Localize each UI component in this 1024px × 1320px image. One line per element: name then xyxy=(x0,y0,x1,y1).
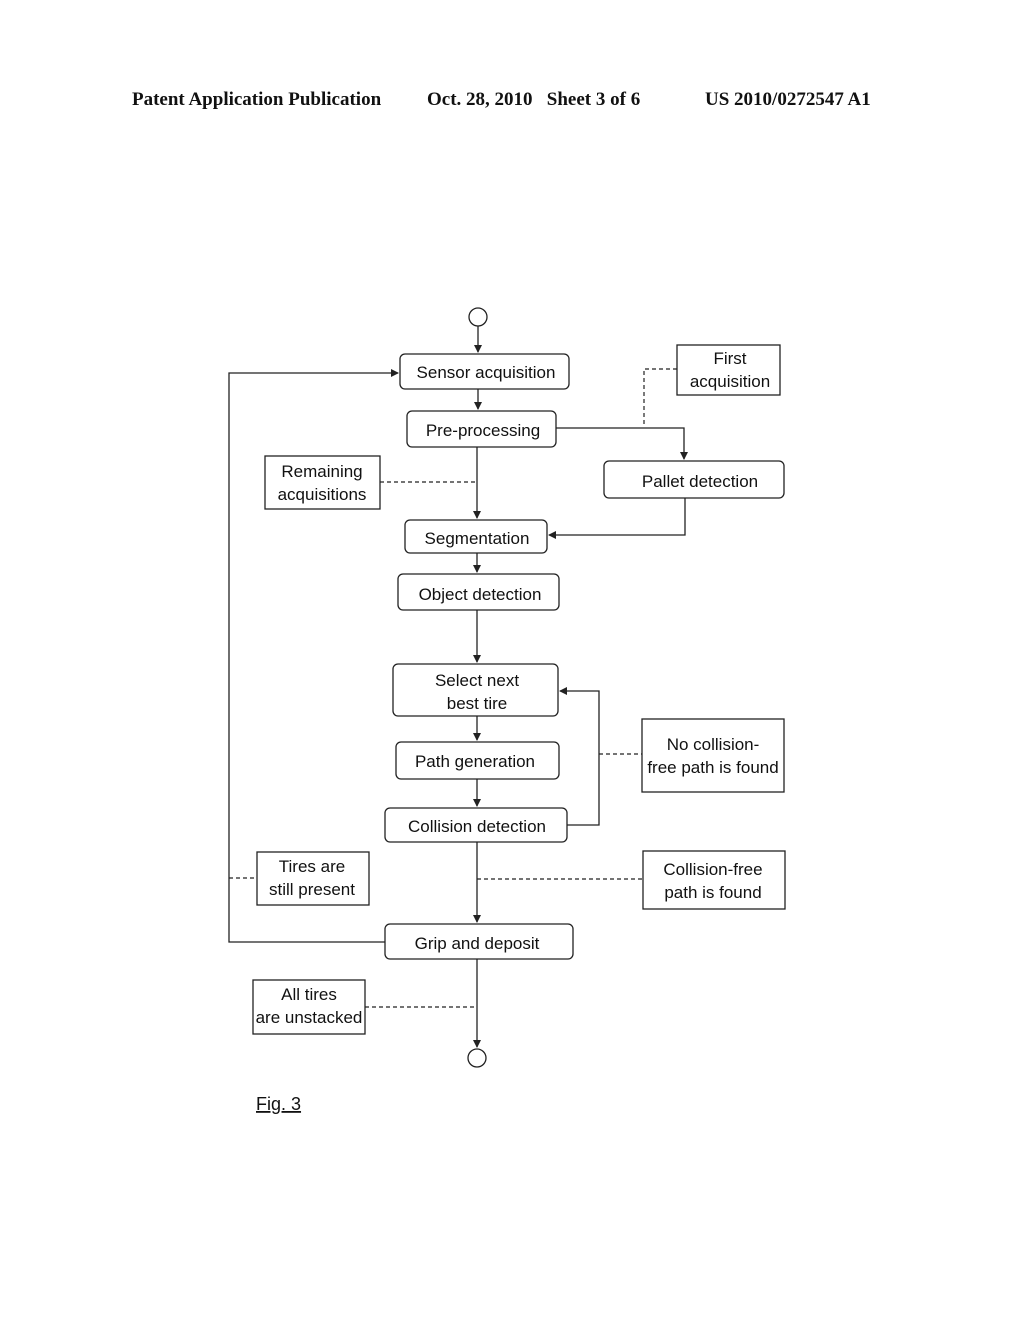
step-label: Grip and deposit xyxy=(415,934,540,953)
step-path-generation: Path generation xyxy=(395,741,560,780)
step-label: Sensor acquisition xyxy=(417,363,556,382)
condition-label: free path is found xyxy=(647,758,778,777)
figure-label: Fig. 3 xyxy=(256,1094,301,1114)
condition-label: All tires xyxy=(281,985,337,1004)
step-label: Pre-processing xyxy=(426,421,540,440)
step-label: Object detection xyxy=(419,585,542,604)
step-select-next-best-tire: Select next best tire xyxy=(392,663,559,717)
step-label: Path generation xyxy=(415,752,535,771)
step-label: Segmentation xyxy=(425,529,530,548)
step-segmentation: Segmentation xyxy=(404,519,548,554)
condition-label: No collision- xyxy=(667,735,760,754)
condition-remaining-acquisitions: Remaining acquisitions xyxy=(264,455,381,510)
step-collision-detection: Collision detection xyxy=(384,807,568,843)
flowchart: Sensor acquisition First acquisition Pre… xyxy=(228,307,786,1114)
condition-label: are unstacked xyxy=(256,1008,363,1027)
edge-pallet-segmentation xyxy=(548,498,686,539)
condition-label: Collision-free xyxy=(663,860,762,879)
edge-preprocessing-pallet xyxy=(556,427,688,460)
condition-first-acquisition: First acquisition xyxy=(676,344,781,396)
step-pre-processing: Pre-processing xyxy=(406,410,557,448)
step-pallet-detection: Pallet detection xyxy=(603,460,785,499)
step-label: best tire xyxy=(447,694,507,713)
condition-label: still present xyxy=(269,880,355,899)
condition-all-tires-unstacked: All tires are unstacked xyxy=(252,979,366,1035)
step-label: Select next xyxy=(435,671,519,690)
edge-collision-loop-select xyxy=(559,687,600,826)
condition-label: acquisitions xyxy=(278,485,367,504)
condition-label: First xyxy=(713,349,746,368)
start-node xyxy=(468,307,488,327)
condition-label: Tires are xyxy=(279,857,345,876)
dashed-first-acquisition xyxy=(643,368,677,427)
step-sensor-acquisition: Sensor acquisition xyxy=(399,353,570,390)
condition-label: path is found xyxy=(664,883,761,902)
condition-collision-free-path: Collision-free path is found xyxy=(642,850,786,910)
condition-tires-still-present: Tires are still present xyxy=(256,851,370,906)
step-label: Collision detection xyxy=(408,817,546,836)
condition-no-collision-free-path: No collision- free path is found xyxy=(641,718,785,793)
condition-label: Remaining xyxy=(281,462,362,481)
step-object-detection: Object detection xyxy=(397,573,560,611)
end-node xyxy=(467,1048,487,1068)
condition-label: acquisition xyxy=(690,372,770,391)
step-grip-and-deposit: Grip and deposit xyxy=(384,923,574,960)
step-label: Pallet detection xyxy=(642,472,758,491)
